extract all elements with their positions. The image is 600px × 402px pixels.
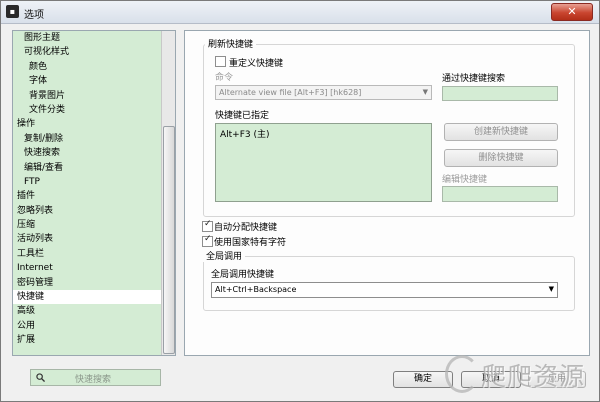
sidebar-item[interactable]: 背景图片 xyxy=(13,89,161,103)
sidebar-item[interactable]: 插件 xyxy=(13,189,161,203)
assigned-hotkeys-label: 快捷键已指定 xyxy=(215,111,270,121)
global-hotkey-label: 全局调用快捷键 xyxy=(211,270,275,280)
hotkeys-settings-panel: 刷新快捷键 重定义快捷键 命令 Alternate view file [Alt… xyxy=(184,30,590,356)
options-tree-panel: 图形主题 可视化样式 颜色 字体 背景图片 文件分类 操作 复制/删除 快速搜索 编辑/查看 FTP… xyxy=(12,30,176,356)
sidebar-item[interactable]: 操作 xyxy=(13,117,161,131)
create-hotkey-button[interactable]: 创建新快捷键 xyxy=(444,123,558,141)
national-chars-checkbox[interactable] xyxy=(202,234,213,247)
assigned-hotkeys-list[interactable]: Alt+F3 (主) xyxy=(215,123,432,202)
options-tree: 图形主题 可视化样式 颜色 字体 背景图片 文件分类 操作 复制/删除 快速搜索 编辑/查看 FTP… xyxy=(13,31,161,348)
redefine-hotkey-checkbox[interactable] xyxy=(215,56,226,67)
quick-search-placeholder: 快速搜索 xyxy=(75,375,112,385)
sidebar-item[interactable]: 复制/删除 xyxy=(13,132,161,146)
auto-assign-label: 自动分配快捷键 xyxy=(214,223,278,233)
options-dialog: ▪ 选项 ✕ 图形主题 可视化样式 颜色 字体 背景图片 文件分类 操作 复制/删除 快速搜索编… xyxy=(0,0,600,402)
app-icon: ▪ xyxy=(6,5,19,18)
sidebar-item[interactable]: 可视化样式 xyxy=(13,45,161,59)
auto-assign-checkbox[interactable] xyxy=(202,219,213,232)
sidebar-item[interactable]: 活动列表 xyxy=(13,232,161,246)
search-by-hotkey-input[interactable] xyxy=(442,86,558,101)
apply-button[interactable]: 应用 xyxy=(528,371,586,388)
command-label: 命令 xyxy=(215,73,234,83)
window-title: 选项 xyxy=(24,10,44,21)
list-item[interactable]: Alt+F3 (主) xyxy=(220,127,427,140)
sidebar-item[interactable]: 高级 xyxy=(13,304,161,318)
sidebar-item[interactable]: 编辑/查看 xyxy=(13,161,161,175)
edit-hotkey-input[interactable] xyxy=(442,186,558,202)
sidebar-item[interactable]: 压缩 xyxy=(13,218,161,232)
sidebar-item[interactable]: 字体 xyxy=(13,74,161,88)
redefine-hotkey-label: 重定义快捷键 xyxy=(229,59,284,69)
cancel-button[interactable]: 取消 xyxy=(461,371,521,388)
quick-search-box[interactable]: 快速搜索 xyxy=(30,369,161,386)
sidebar-item[interactable]: FTP xyxy=(13,175,161,189)
sidebar-item[interactable]: 扩展 xyxy=(13,333,161,347)
title-bar[interactable]: ▪ 选项 ✕ xyxy=(1,1,599,24)
global-call-title: 全局调用 xyxy=(203,249,246,262)
sidebar-item[interactable]: 图形主题 xyxy=(13,31,161,45)
sidebar-item[interactable]: 忽略列表 xyxy=(13,204,161,218)
close-button[interactable]: ✕ xyxy=(551,3,593,21)
sidebar-item[interactable]: 文件分类 xyxy=(13,103,161,117)
sidebar-item[interactable]: 快捷键 xyxy=(13,290,161,305)
global-hotkey-value: Alt+Ctrl+Backspace xyxy=(215,285,297,294)
sidebar-item[interactable]: 快速搜索 xyxy=(13,146,161,160)
sidebar-item[interactable]: 密码管理 xyxy=(13,276,161,290)
delete-hotkey-button[interactable]: 删除快捷键 xyxy=(444,149,558,167)
sidebar-item[interactable]: 颜色 xyxy=(13,60,161,74)
chevron-down-icon: ▼ xyxy=(422,88,428,96)
national-chars-label: 使用国家特有字符 xyxy=(214,238,287,248)
refresh-hotkeys-title: 刷新快捷键 xyxy=(205,37,257,50)
search-by-hotkey-label: 通过快捷键搜索 xyxy=(442,74,506,84)
sidebar-item[interactable]: 工具栏 xyxy=(13,247,161,261)
sidebar-item[interactable]: 公用 xyxy=(13,319,161,333)
global-hotkey-dropdown[interactable]: Alt+Ctrl+Backspace ▼ xyxy=(211,282,558,298)
command-dropdown[interactable]: Alternate view file [Alt+F3] [hk628] ▼ xyxy=(215,85,432,100)
tree-scrollbar[interactable] xyxy=(161,31,175,355)
sidebar-item[interactable]: Internet xyxy=(13,261,161,275)
command-value: Alternate view file [Alt+F3] [hk628] xyxy=(219,88,362,97)
edit-hotkey-label: 编辑快捷键 xyxy=(442,175,488,185)
chevron-down-icon: ▼ xyxy=(548,285,554,293)
ok-button[interactable]: 确定 xyxy=(393,371,453,388)
scrollbar-thumb[interactable] xyxy=(163,126,175,354)
search-icon xyxy=(36,373,45,382)
